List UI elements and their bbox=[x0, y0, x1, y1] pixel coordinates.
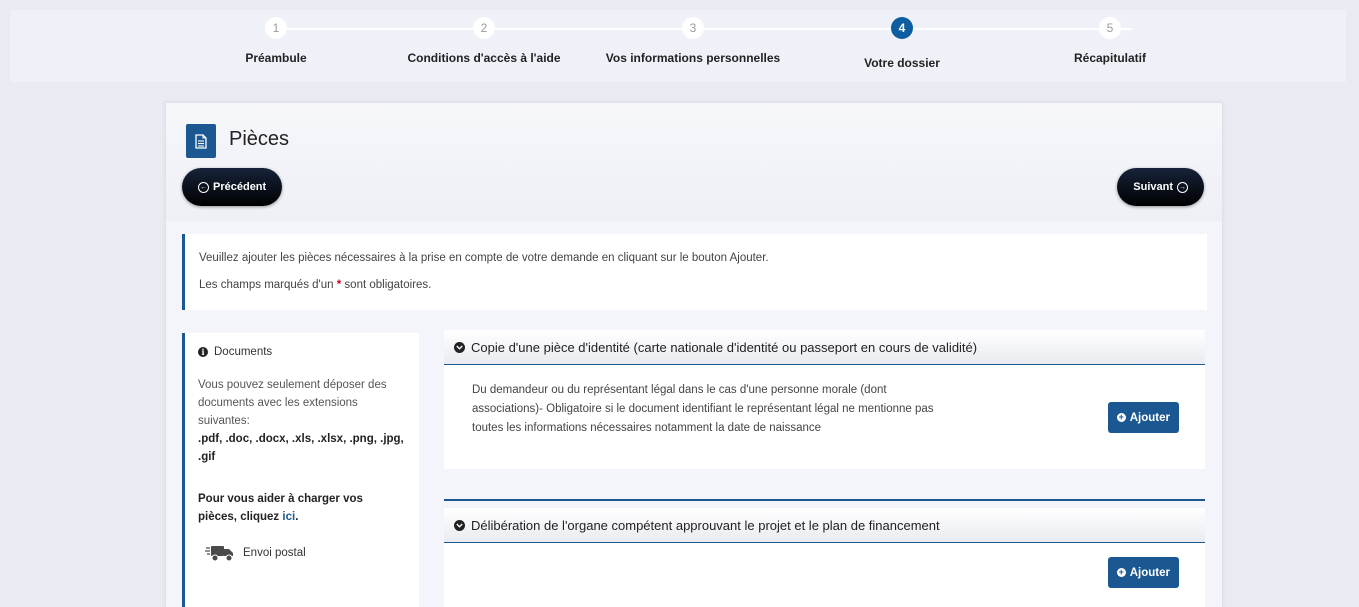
step-number: 4 bbox=[891, 17, 913, 39]
step-label: Conditions d'accès à l'aide bbox=[407, 51, 561, 65]
step-number: 3 bbox=[682, 17, 704, 39]
previous-button[interactable]: ← Précédent bbox=[182, 168, 283, 206]
next-button-label: Suivant bbox=[1133, 181, 1173, 193]
upload-help-text: Pour vous aider à charger vos pièces, cl… bbox=[198, 493, 363, 523]
previous-button-label: Précédent bbox=[213, 181, 267, 193]
step-label: Votre dossier bbox=[864, 56, 940, 70]
step-2[interactable]: 2 Conditions d'accès à l'aide bbox=[364, 17, 604, 65]
extensions-info: Vous pouvez seulement déposer des docume… bbox=[198, 376, 408, 466]
add-button-label: Ajouter bbox=[1129, 566, 1170, 579]
step-1[interactable]: 1 Préambule bbox=[156, 17, 396, 65]
document-description: Du demandeur ou du représentant légal da… bbox=[472, 384, 934, 434]
document-title: Copie d'une pièce d'identité (carte nati… bbox=[471, 339, 978, 355]
delivery-truck-icon bbox=[205, 546, 233, 562]
step-label: Récapitulatif bbox=[1073, 51, 1146, 65]
step-number: 5 bbox=[1099, 17, 1121, 39]
step-4[interactable]: 4 Votre dossier bbox=[782, 17, 1022, 70]
help-link[interactable]: ici bbox=[282, 511, 295, 523]
upload-help: Pour vous aider à charger vos pièces, cl… bbox=[198, 490, 398, 526]
arrow-left-circle-icon: ← bbox=[198, 181, 209, 193]
add-button-label: Ajouter bbox=[1129, 411, 1170, 424]
sidebar-title-text: Documents bbox=[214, 346, 273, 358]
required-note-suffix: sont obligatoires. bbox=[344, 279, 432, 291]
upload-help-end: . bbox=[295, 511, 299, 523]
step-5[interactable]: 5 Récapitulatif bbox=[990, 17, 1230, 65]
document-header[interactable]: Copie d'une pièce d'identité (carte nati… bbox=[444, 330, 1205, 365]
add-document-button[interactable]: + Ajouter bbox=[1107, 402, 1179, 433]
progress-stepper: 1 Préambule 2 Conditions d'accès à l'aid… bbox=[10, 10, 1346, 82]
document-icon bbox=[186, 124, 216, 158]
chevron-down-icon bbox=[454, 341, 465, 353]
info-icon: i bbox=[198, 347, 208, 357]
postal-delivery-option[interactable]: Envoi postal bbox=[205, 542, 306, 564]
sidebar-title: i Documents bbox=[198, 346, 272, 358]
step-label: Vos informations personnelles bbox=[605, 51, 781, 65]
document-title: Délibération de l'organe compétent appro… bbox=[471, 517, 940, 533]
required-mark: * bbox=[336, 279, 342, 291]
arrow-right-circle-icon: → bbox=[1177, 181, 1188, 193]
required-fields-note: Les champs marqués d'un * sont obligatoi… bbox=[199, 279, 431, 291]
plus-circle-icon: + bbox=[1116, 412, 1126, 422]
instructions-text: Veuillez ajouter les pièces nécessaires … bbox=[199, 252, 769, 264]
document-section: Copie d'une pièce d'identité (carte nati… bbox=[444, 330, 1205, 469]
page-title: Pièces bbox=[229, 128, 290, 150]
step-number: 2 bbox=[473, 17, 495, 39]
add-document-button[interactable]: + Ajouter bbox=[1107, 557, 1179, 588]
pieces-card: Pièces ← Précédent Suivant → Veuillez aj… bbox=[165, 102, 1223, 607]
step-label: Préambule bbox=[245, 51, 307, 65]
documents-sidebar: i Documents Vous pouvez seulement dépose… bbox=[182, 333, 419, 607]
chevron-down-icon bbox=[454, 519, 465, 531]
section-divider bbox=[444, 499, 1205, 501]
plus-circle-icon: + bbox=[1116, 567, 1126, 577]
document-section: Délibération de l'organe compétent appro… bbox=[444, 508, 1205, 607]
step-3[interactable]: 3 Vos informations personnelles bbox=[573, 17, 813, 65]
postal-label: Envoi postal bbox=[243, 547, 306, 559]
required-note-prefix: Les champs marqués d'un bbox=[199, 279, 334, 291]
step-number: 1 bbox=[265, 17, 287, 39]
allowed-extensions: .pdf, .doc, .docx, .xls, .xlsx, .png, .j… bbox=[198, 433, 404, 463]
next-button[interactable]: Suivant → bbox=[1117, 168, 1204, 206]
document-header[interactable]: Délibération de l'organe compétent appro… bbox=[444, 508, 1205, 543]
instructions-box: Veuillez ajouter les pièces nécessaires … bbox=[182, 234, 1207, 310]
extensions-intro: Vous pouvez seulement déposer des docume… bbox=[198, 379, 387, 427]
card-header: Pièces ← Précédent Suivant → bbox=[166, 103, 1222, 221]
